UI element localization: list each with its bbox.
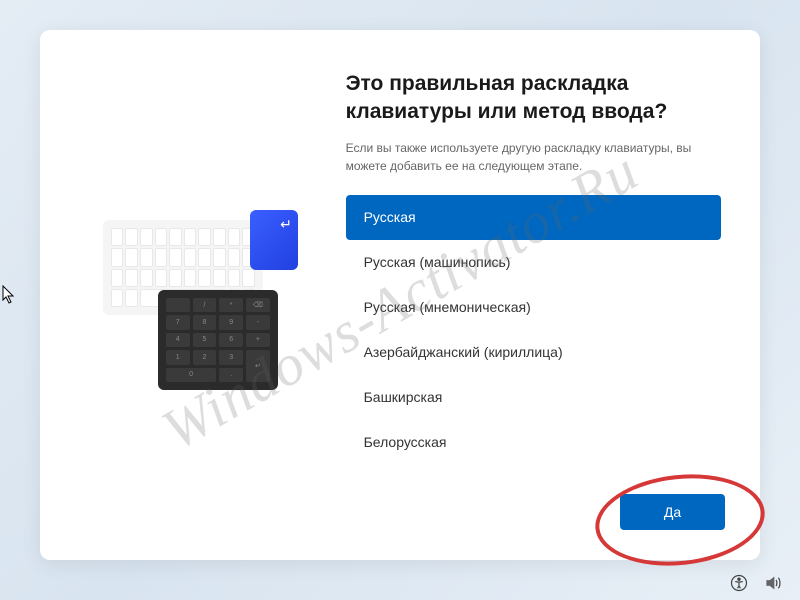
layout-option[interactable]: Белорусская — [346, 420, 721, 465]
page-subtitle: Если вы также используете другую расклад… — [346, 139, 725, 175]
keyboard-layout-list[interactable]: Русская Русская (машинопись) Русская (мн… — [346, 195, 725, 471]
yes-button[interactable]: Да — [620, 494, 725, 530]
system-tray — [730, 574, 782, 592]
numpad-dark-icon: /*⌫ 789- 456+ 123↵ 0. — [158, 290, 278, 390]
enter-key-card-icon — [250, 210, 298, 270]
accessibility-icon[interactable] — [730, 574, 748, 592]
keyboard-illustration: /*⌫ 789- 456+ 123↵ 0. — [103, 210, 303, 390]
illustration-pane: /*⌫ 789- 456+ 123↵ 0. — [60, 70, 346, 530]
layout-option[interactable]: Русская (машинопись) — [346, 240, 721, 285]
content-pane: Это правильная раскладка клавиатуры или … — [346, 70, 740, 530]
mouse-cursor-icon — [2, 285, 16, 305]
button-row: Да — [346, 486, 725, 530]
layout-option[interactable]: Русская — [346, 195, 721, 240]
volume-icon[interactable] — [764, 574, 782, 592]
layout-option[interactable]: Азербайджанский (кириллица) — [346, 330, 721, 375]
layout-option[interactable]: Башкирская — [346, 375, 721, 420]
page-title: Это правильная раскладка клавиатуры или … — [346, 70, 725, 127]
layout-option[interactable]: Русская (мнемоническая) — [346, 285, 721, 330]
layout-list-container: Русская Русская (машинопись) Русская (мн… — [346, 195, 725, 471]
setup-dialog: /*⌫ 789- 456+ 123↵ 0. Это правильная рас… — [40, 30, 760, 560]
